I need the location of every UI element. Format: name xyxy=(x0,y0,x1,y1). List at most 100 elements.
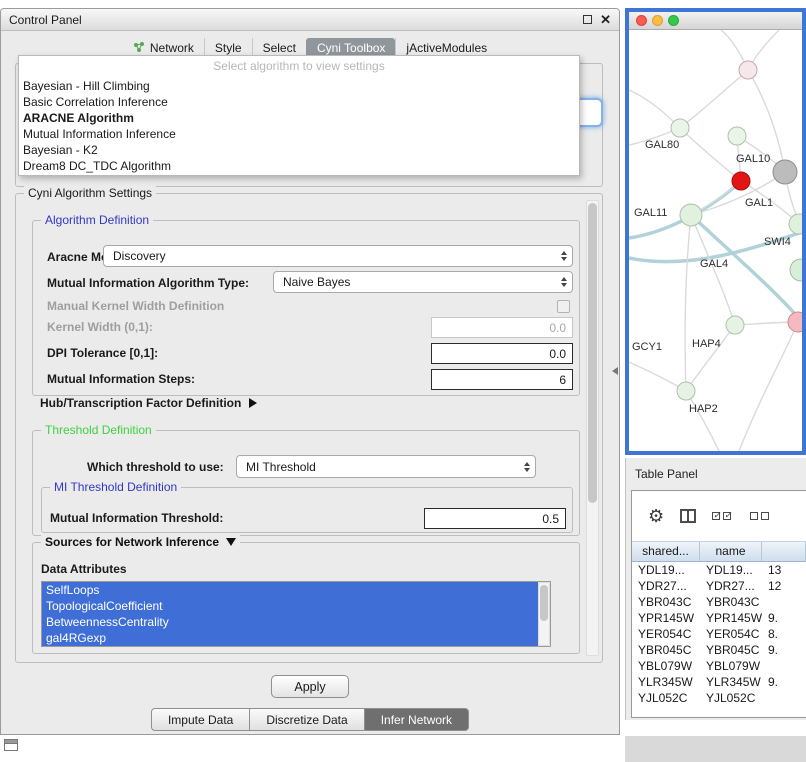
table-row[interactable]: YBR043CYBR043C xyxy=(632,594,806,610)
sources-title[interactable]: Sources for Network Inference xyxy=(41,535,240,549)
table-cell: YER054C xyxy=(632,626,700,642)
mi-type-label: Mutual Information Algorithm Type: xyxy=(47,275,249,291)
algorithm-option[interactable]: Dream8 DC_TDC Algorithm xyxy=(19,158,579,174)
table-row[interactable]: YBR045CYBR045C9. xyxy=(632,642,806,658)
splitter-collapse-arrow[interactable] xyxy=(612,367,618,375)
table-cell: YJL052C xyxy=(700,690,762,706)
algorithm-options-list: Bayesian - Hill ClimbingBasic Correlatio… xyxy=(19,76,579,174)
table-row[interactable]: YDR27...YDR27...12 xyxy=(632,578,806,594)
mi-steps-field[interactable]: 6 xyxy=(431,369,573,390)
network-node[interactable] xyxy=(739,61,757,79)
network-node[interactable] xyxy=(732,172,750,190)
kernel-width-field[interactable]: 0.0 xyxy=(431,317,573,338)
algorithm-option[interactable]: ARACNE Algorithm xyxy=(19,110,579,126)
spinner-arrows-icon xyxy=(561,251,567,261)
network-node[interactable] xyxy=(773,160,797,184)
table-cell: 8. xyxy=(762,626,806,642)
mi-steps-label: Mutual Information Steps: xyxy=(47,371,195,387)
node-label: SWI4 xyxy=(764,236,791,248)
table-cell xyxy=(762,594,806,610)
minimized-panel-icon[interactable] xyxy=(4,739,18,751)
cyni-bottom-tabs: Impute DataDiscretize DataInfer Network xyxy=(1,708,619,731)
dpi-tolerance-field[interactable]: 0.0 xyxy=(431,343,573,364)
node-label: GCY1 xyxy=(632,341,662,353)
tab-impute-data[interactable]: Impute Data xyxy=(151,708,250,731)
attribute-item[interactable]: SelfLoops xyxy=(42,582,538,598)
algorithm-option[interactable]: Mutual Information Inference xyxy=(19,126,579,142)
table-cell: YLR345W xyxy=(632,674,700,690)
table-row[interactable]: YER054CYER054C8. xyxy=(632,626,806,642)
apply-button[interactable]: Apply xyxy=(271,675,349,698)
column-header[interactable]: name xyxy=(700,542,762,561)
deselect-all-checkboxes-icon[interactable] xyxy=(750,512,772,520)
algorithm-option[interactable]: Bayesian - K2 xyxy=(19,142,579,158)
mi-threshold-field[interactable]: 0.5 xyxy=(424,508,566,529)
spinner-arrows-icon xyxy=(561,277,567,287)
network-canvas[interactable]: GAL80GAL10GAL11GAL1SWI4GAL4GCY1HAP4HAP2 xyxy=(629,30,802,433)
bottom-right-strip xyxy=(625,736,806,762)
network-node[interactable] xyxy=(677,382,695,400)
which-threshold-select[interactable]: MI Threshold xyxy=(236,455,536,478)
which-threshold-label: Which threshold to use: xyxy=(87,459,224,475)
settings-gear-icon[interactable]: ⚙ xyxy=(648,507,664,525)
collapse-arrow-icon[interactable] xyxy=(226,538,236,546)
network-node[interactable] xyxy=(728,127,746,145)
table-row[interactable]: YPR145WYPR145W9. xyxy=(632,610,806,626)
table-cell: YBL079W xyxy=(700,658,762,674)
attribute-list-scrollbar[interactable] xyxy=(538,582,550,646)
close-icon[interactable]: ✕ xyxy=(600,13,611,26)
close-traffic-light-icon[interactable] xyxy=(636,15,647,26)
table-header-row: shared...name xyxy=(632,541,806,562)
node-label: HAP4 xyxy=(692,338,721,350)
network-node[interactable] xyxy=(726,316,744,334)
network-view-window: GAL80GAL10GAL11GAL1SWI4GAL4GCY1HAP4HAP2 xyxy=(625,8,806,455)
manual-kernel-checkbox[interactable] xyxy=(557,300,570,313)
group-title: MI Threshold Definition xyxy=(50,480,181,494)
table-row[interactable]: YDL19...YDL19...13 xyxy=(632,562,806,578)
table-cell: YBR043C xyxy=(700,594,762,610)
zoom-traffic-light-icon[interactable] xyxy=(668,15,679,26)
group-title: Cyni Algorithm Settings xyxy=(24,186,156,200)
expand-arrow-icon[interactable] xyxy=(249,398,257,408)
table-cell: YER054C xyxy=(700,626,762,642)
algorithm-option[interactable]: Basic Correlation Inference xyxy=(19,94,579,110)
network-node[interactable] xyxy=(790,259,802,281)
network-node[interactable] xyxy=(680,204,702,226)
hub-definition-section[interactable]: Hub/Transcription Factor Definition xyxy=(40,396,257,410)
window-title: Control Panel xyxy=(9,13,82,27)
minimize-traffic-light-icon[interactable] xyxy=(652,15,663,26)
tab-infer-network[interactable]: Infer Network xyxy=(364,708,469,731)
network-node[interactable] xyxy=(788,312,802,332)
manual-kernel-label: Manual Kernel Width Definition xyxy=(47,298,224,314)
mi-algorithm-type-select[interactable]: Naive Bayes xyxy=(273,271,573,293)
node-table-window: ⚙ shared...name YDL19...YDL19...13YDR27.… xyxy=(631,490,806,718)
tab-discretize-data[interactable]: Discretize Data xyxy=(249,708,364,731)
attribute-item[interactable]: TopologicalCoefficient xyxy=(42,598,538,614)
column-header[interactable] xyxy=(762,542,806,561)
columns-icon[interactable] xyxy=(680,509,696,523)
attribute-item[interactable]: gal4RGexp xyxy=(42,630,538,646)
column-header[interactable]: shared... xyxy=(632,542,700,561)
group-title: Algorithm Definition xyxy=(41,213,153,227)
network-window-titlebar[interactable] xyxy=(629,12,802,30)
node-label: HAP2 xyxy=(689,403,718,415)
spinner-arrows-icon xyxy=(524,462,530,472)
float-window-icon[interactable] xyxy=(583,15,592,24)
table-row[interactable]: YBL079WYBL079W xyxy=(632,658,806,674)
data-attributes-list[interactable]: SelfLoopsTopologicalCoefficientBetweenne… xyxy=(41,581,551,647)
select-all-checkboxes-icon[interactable] xyxy=(712,512,734,520)
threshold-definition-group: Threshold Definition Which threshold to … xyxy=(32,430,580,536)
table-row[interactable]: YJL052CYJL052C xyxy=(632,690,806,706)
table-row[interactable]: YLR345WYLR345W9. xyxy=(632,674,806,690)
settings-scrollbar[interactable] xyxy=(586,200,599,656)
table-cell: YLR345W xyxy=(700,674,762,690)
table-cell: YJL052C xyxy=(632,690,700,706)
attribute-item[interactable]: BetweennessCentrality xyxy=(42,614,538,630)
network-node[interactable] xyxy=(671,119,689,137)
aracne-mode-select[interactable]: Discovery xyxy=(103,245,573,267)
control-panel-titlebar[interactable]: Control Panel ✕ xyxy=(1,9,619,31)
table-cell: 13 xyxy=(762,562,806,578)
algorithm-option[interactable]: Bayesian - Hill Climbing xyxy=(19,78,579,94)
node-label: GAL10 xyxy=(736,153,770,165)
scrollbar-thumb[interactable] xyxy=(588,203,597,503)
